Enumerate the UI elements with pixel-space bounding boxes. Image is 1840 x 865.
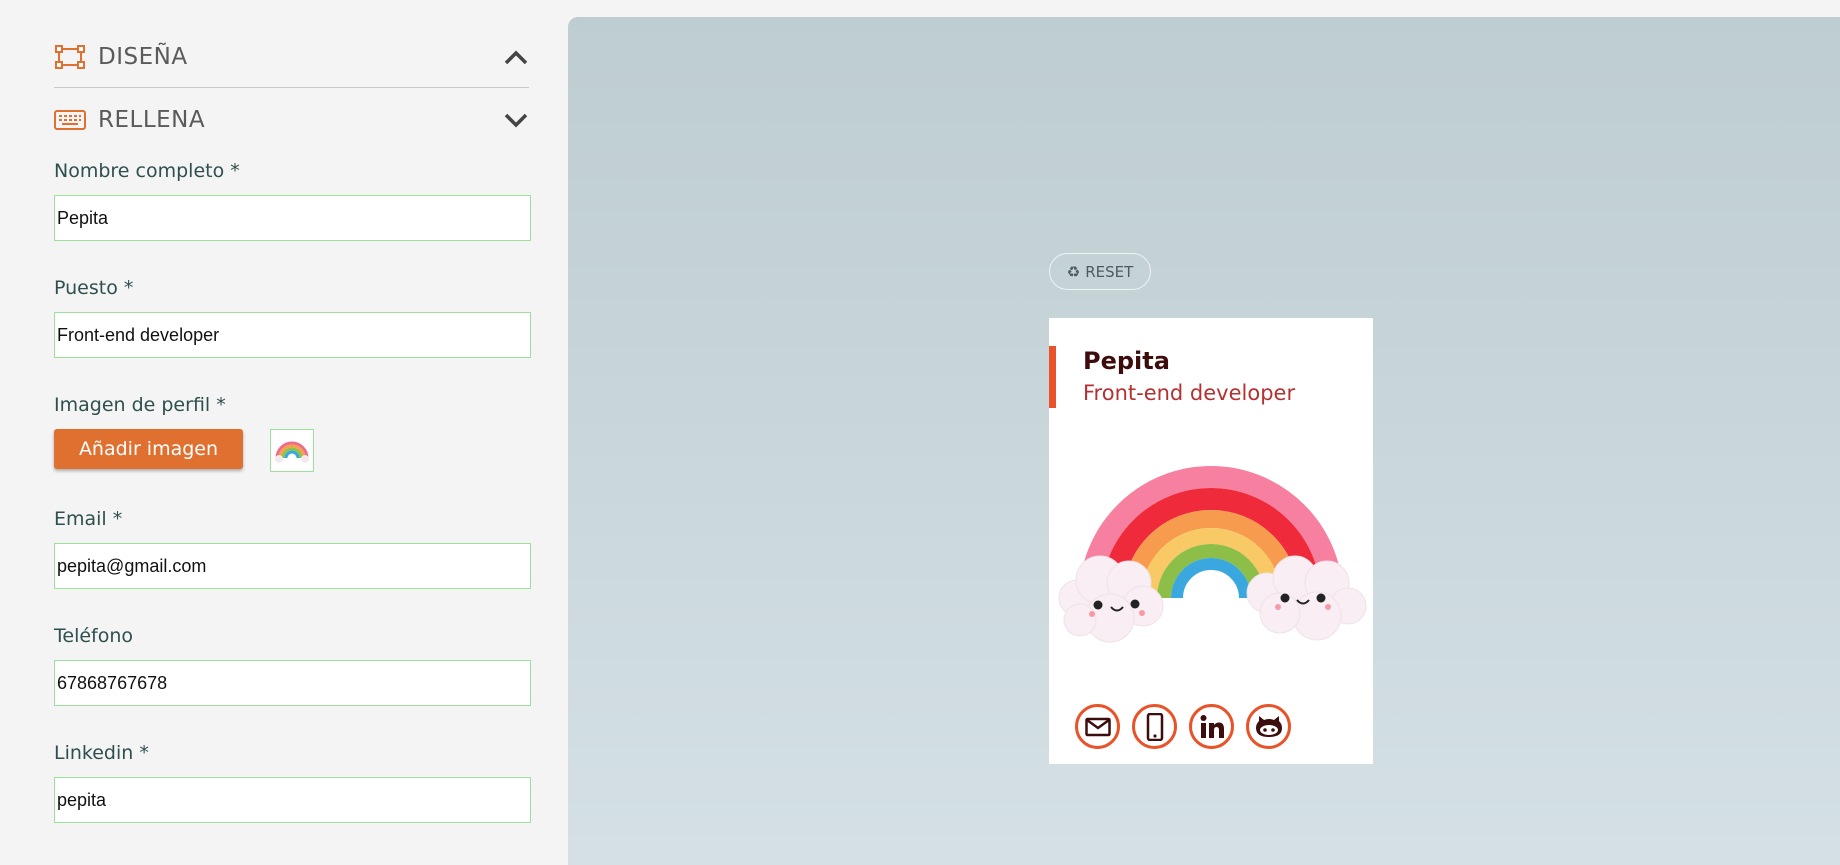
- reset-label: RESET: [1085, 262, 1134, 281]
- reset-button[interactable]: ♻ RESET: [1049, 253, 1151, 290]
- palette-frame-icon: [55, 44, 85, 69]
- linkedin-icon: [1200, 714, 1224, 738]
- mail-link[interactable]: [1075, 704, 1120, 749]
- chevron-down-icon[interactable]: [503, 111, 529, 129]
- phone-icon: [1146, 712, 1163, 741]
- social-links: [1075, 704, 1291, 749]
- mail-icon: [1084, 717, 1111, 736]
- rainbow-thumbnail-image: [275, 441, 309, 463]
- image-label: Imagen de perfil *: [54, 394, 226, 416]
- email-label: Email *: [54, 508, 123, 530]
- github-link[interactable]: [1246, 704, 1291, 749]
- phone-link[interactable]: [1132, 704, 1177, 749]
- phone-label: Teléfono: [54, 625, 134, 647]
- keyboard-icon: [54, 110, 86, 130]
- section-rellena-title: RELLENA: [98, 107, 206, 133]
- profile-image-thumbnail: [270, 429, 314, 472]
- email-input[interactable]: [54, 543, 531, 589]
- linkedin-input[interactable]: [54, 777, 531, 823]
- section-disena-title: DISEÑA: [98, 43, 188, 70]
- linkedin-link[interactable]: [1189, 704, 1234, 749]
- form-panel: DISEÑA RELLENA Nombre completo * Puesto …: [0, 0, 568, 865]
- name-label: Nombre completo *: [54, 160, 240, 182]
- job-label: Puesto *: [54, 277, 134, 299]
- recycle-icon: ♻: [1066, 262, 1081, 281]
- card-profile-image: [1058, 466, 1367, 643]
- name-input[interactable]: [54, 195, 531, 241]
- card-job-title: Front-end developer: [1083, 381, 1296, 405]
- job-input[interactable]: [54, 312, 531, 358]
- section-rellena-header[interactable]: RELLENA: [54, 89, 529, 151]
- business-card: Pepita Front-end developer: [1049, 318, 1373, 764]
- card-accent-bar: [1049, 346, 1056, 408]
- chevron-up-icon[interactable]: [503, 48, 529, 66]
- add-image-button[interactable]: Añadir imagen: [54, 429, 243, 469]
- section-disena-header[interactable]: DISEÑA: [54, 26, 529, 88]
- github-icon: [1255, 715, 1282, 737]
- linkedin-label: Linkedin *: [54, 742, 149, 764]
- phone-input[interactable]: [54, 660, 531, 706]
- card-name: Pepita: [1083, 347, 1170, 375]
